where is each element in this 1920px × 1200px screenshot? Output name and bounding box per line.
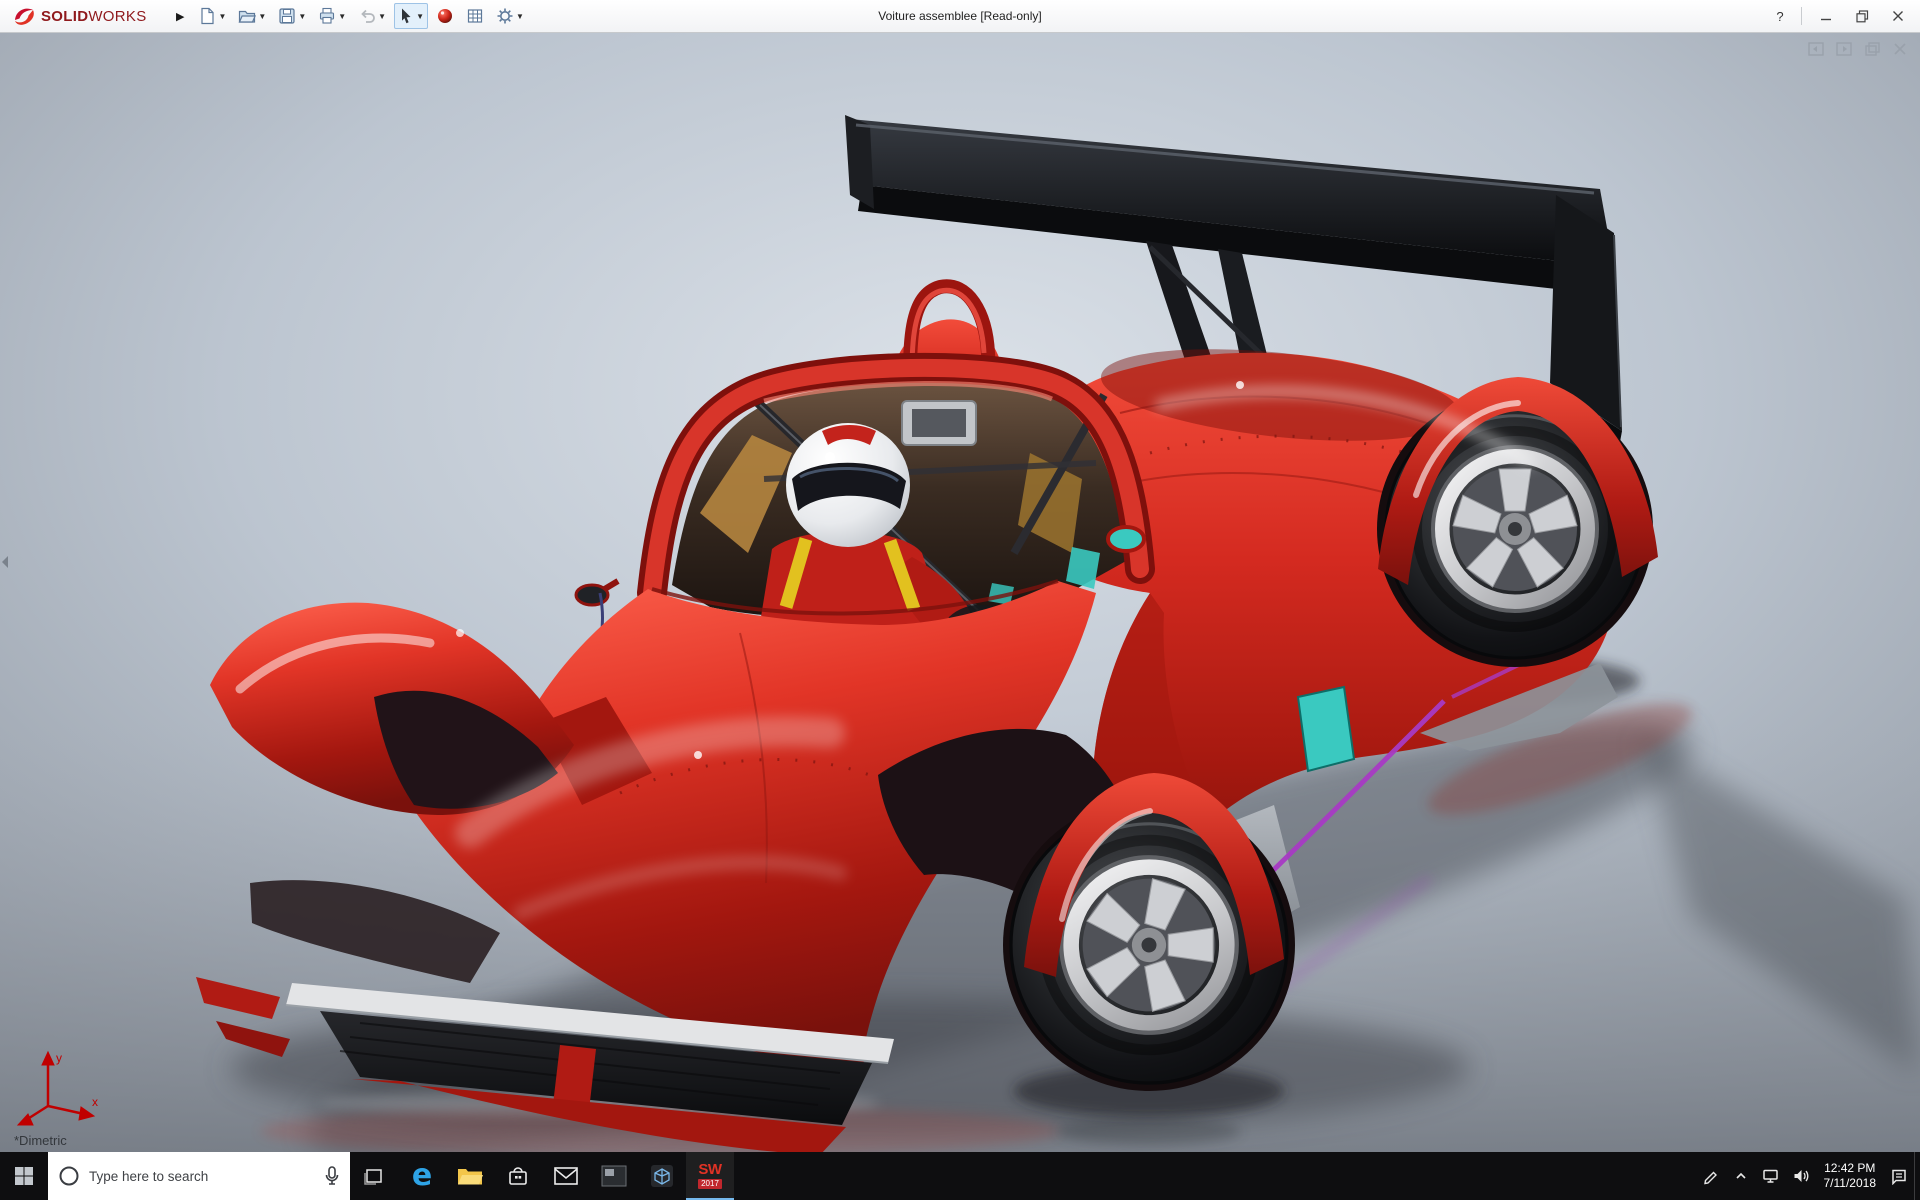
- start-button[interactable]: [0, 1152, 48, 1200]
- 3d-cube-icon: [651, 1165, 673, 1187]
- save-icon: [279, 8, 295, 24]
- app-window-icon: [601, 1165, 627, 1187]
- left-mirror[interactable]: [574, 583, 610, 607]
- open-button[interactable]: ▼: [234, 3, 270, 29]
- show-desktop-button[interactable]: [1914, 1152, 1920, 1200]
- appearance-sphere-icon: [438, 9, 452, 23]
- minimize-button[interactable]: [1810, 3, 1842, 29]
- undo-button[interactable]: ▼: [354, 3, 390, 29]
- store-icon: [509, 1167, 527, 1185]
- edge-icon: e: [411, 1158, 433, 1193]
- triad-x-label: x: [92, 1095, 98, 1109]
- options-button[interactable]: ▼: [492, 3, 528, 29]
- network-icon[interactable]: [1756, 1152, 1786, 1200]
- file-properties-button[interactable]: [462, 3, 488, 29]
- select-cursor-icon: [402, 8, 411, 24]
- titlebar: SOLIDWORKS ▶ ▼ ▼ ▼ ▼ ▼ ▼ ▼ Voiture assem…: [0, 0, 1920, 33]
- show-hidden-icons-button[interactable]: [1726, 1152, 1756, 1200]
- taskbar-app-window[interactable]: [590, 1152, 638, 1200]
- taskbar-app-mail[interactable]: [542, 1152, 590, 1200]
- print-icon: [320, 7, 335, 24]
- volume-icon[interactable]: [1786, 1152, 1816, 1200]
- new-document-button[interactable]: ▼: [194, 3, 230, 29]
- dropdown-caret-icon[interactable]: ▼: [338, 12, 346, 21]
- select-tool-button[interactable]: ▼: [394, 3, 428, 29]
- featuremanager-collapse-arrow[interactable]: [1, 555, 9, 574]
- side-vent-teal[interactable]: [1296, 685, 1356, 773]
- microphone-icon[interactable]: [324, 1165, 340, 1187]
- dropdown-caret-icon[interactable]: ▼: [258, 12, 266, 21]
- print-button[interactable]: ▼: [314, 3, 350, 29]
- viewport-3d-scene[interactable]: [0, 33, 1920, 1152]
- solidworks-window: SOLIDWORKS ▶ ▼ ▼ ▼ ▼ ▼ ▼ ▼ Voiture assem…: [0, 0, 1920, 1200]
- document-restore-button[interactable]: [1862, 39, 1882, 59]
- undo-icon: [361, 9, 376, 23]
- save-button[interactable]: ▼: [274, 3, 310, 29]
- right-mirror[interactable]: [1106, 525, 1146, 553]
- taskbar-app-3d-viewer[interactable]: [638, 1152, 686, 1200]
- solidworks-app-icon: SW 2017: [698, 1160, 722, 1189]
- clock-time: 12:42 PM: [1824, 1161, 1876, 1175]
- mail-icon: [554, 1167, 578, 1185]
- search-input[interactable]: [89, 1168, 315, 1184]
- help-button[interactable]: ?: [1767, 9, 1793, 24]
- options-gear-icon: [497, 8, 513, 24]
- clock-date: 7/11/2018: [1823, 1176, 1877, 1190]
- view-orientation-label: *Dimetric: [14, 1133, 67, 1148]
- window-next-button[interactable]: [1834, 39, 1854, 59]
- dropdown-caret-icon[interactable]: ▼: [218, 12, 226, 21]
- dropdown-caret-icon[interactable]: ▼: [416, 12, 424, 21]
- triad-y-label: y: [56, 1051, 62, 1065]
- solidworks-logo: SOLIDWORKS: [6, 5, 174, 27]
- task-view-button[interactable]: [350, 1152, 398, 1200]
- menu-flyout-arrow-icon[interactable]: ▶: [176, 10, 184, 23]
- windows-logo-icon: [15, 1167, 33, 1185]
- restore-button[interactable]: [1846, 3, 1878, 29]
- taskbar-clock[interactable]: 12:42 PM 7/11/2018: [1816, 1161, 1885, 1191]
- document-window-controls: [1806, 39, 1910, 59]
- new-document-icon: [201, 7, 215, 25]
- dropdown-caret-icon[interactable]: ▼: [516, 12, 524, 21]
- ds-logo-icon: [15, 8, 34, 25]
- windows-taskbar: e: [0, 1152, 1920, 1200]
- properties-table-icon: [467, 9, 483, 23]
- reference-triad[interactable]: y x: [8, 1046, 104, 1130]
- quick-access-toolbar: ▼ ▼ ▼ ▼ ▼ ▼ ▼: [194, 3, 527, 29]
- system-tray: 12:42 PM 7/11/2018: [1696, 1152, 1920, 1200]
- restore-icon: [1855, 9, 1868, 22]
- close-button[interactable]: [1882, 3, 1914, 29]
- pen-input-icon[interactable]: [1696, 1152, 1726, 1200]
- dropdown-caret-icon[interactable]: ▼: [298, 12, 306, 21]
- minimize-icon: [1821, 18, 1831, 21]
- close-icon: [1893, 11, 1903, 21]
- dropdown-caret-icon[interactable]: ▼: [378, 12, 386, 21]
- document-close-button[interactable]: [1890, 39, 1910, 59]
- file-explorer-icon: [458, 1169, 483, 1185]
- window-previous-button[interactable]: [1806, 39, 1826, 59]
- logo-text: SOLIDWORKS: [41, 7, 147, 25]
- taskbar-app-edge[interactable]: e: [398, 1152, 446, 1200]
- task-view-icon: [364, 1169, 382, 1185]
- graphics-area[interactable]: y x *Dimetric: [0, 33, 1920, 1152]
- titlebar-controls: ?: [1767, 3, 1914, 29]
- document-title: Voiture assemblee [Read-only]: [878, 9, 1042, 23]
- separator: [1801, 7, 1802, 25]
- taskbar-app-store[interactable]: [494, 1152, 542, 1200]
- open-folder-icon: [238, 10, 257, 23]
- cortana-icon: [59, 1166, 79, 1186]
- taskbar-app-file-explorer[interactable]: [446, 1152, 494, 1200]
- edit-appearance-button[interactable]: [432, 3, 458, 29]
- taskbar-app-solidworks[interactable]: SW 2017: [686, 1152, 734, 1200]
- taskbar-search[interactable]: [48, 1152, 350, 1200]
- action-center-button[interactable]: [1884, 1152, 1914, 1200]
